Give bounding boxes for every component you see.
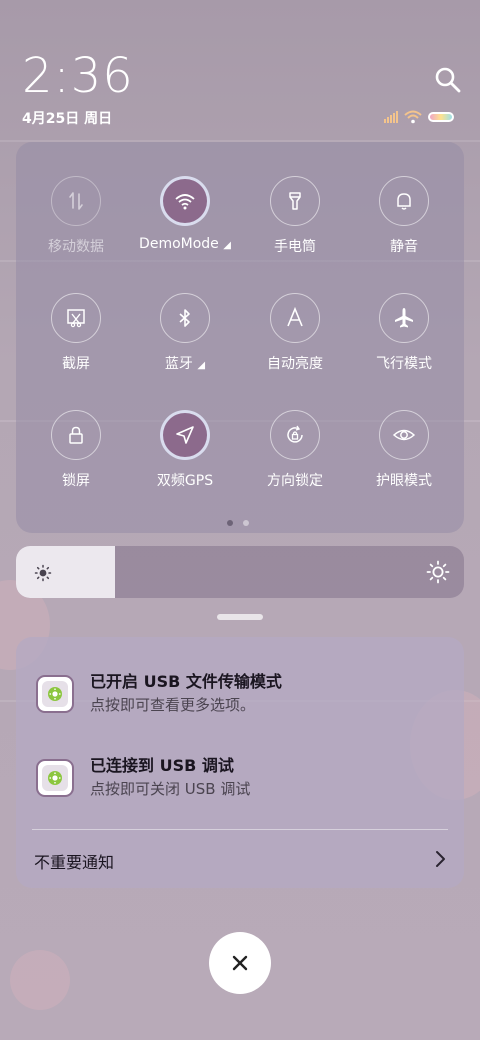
screenshot-icon — [51, 293, 101, 343]
bluetooth-icon — [160, 293, 210, 343]
notification-usb-debug[interactable]: 已连接到 USB 调试 点按即可关闭 USB 调试 — [16, 752, 464, 812]
tile-label: 蓝牙 — [164, 356, 193, 372]
auto-brightness-icon — [270, 293, 320, 343]
tile-label: 手电筒 — [274, 239, 316, 255]
brightness-high-icon — [426, 560, 450, 584]
notification-usb-transfer[interactable]: 已开启 USB 文件传输模式 点按即可查看更多选项。 — [16, 668, 464, 728]
page-dot[interactable] — [243, 520, 249, 526]
tile-label: 静音 — [390, 239, 418, 255]
tile-mobile-data[interactable]: 移动数据 — [21, 176, 131, 276]
tile-label: 护眼模式 — [376, 473, 432, 489]
brightness-fill[interactable] — [16, 546, 115, 598]
tile-label: 飞行模式 — [376, 356, 432, 372]
airplane-icon — [379, 293, 429, 343]
lock-icon — [51, 410, 101, 460]
mobile-data-icon — [51, 176, 101, 226]
drag-handle[interactable] — [217, 614, 263, 620]
tile-mute[interactable]: 静音 — [349, 176, 459, 276]
dropdown-triangle-icon[interactable]: ◢ — [197, 360, 205, 371]
flashlight-icon — [270, 176, 320, 226]
clear-all-button[interactable] — [209, 932, 271, 994]
bell-icon — [379, 176, 429, 226]
tile-auto-brightness[interactable]: 自动亮度 — [240, 293, 350, 393]
chevron-right-icon[interactable] — [430, 849, 450, 869]
tile-label: 锁屏 — [62, 473, 90, 489]
divider — [32, 829, 448, 830]
tile-label: 移动数据 — [48, 239, 104, 255]
tile-bluetooth[interactable]: 蓝牙 ◢ — [130, 293, 240, 393]
signal-icon — [384, 111, 398, 123]
android-settings-icon — [36, 759, 74, 797]
notification-subtitle: 点按即可关闭 USB 调试 — [90, 780, 251, 798]
wifi-icon — [160, 176, 210, 226]
date[interactable]: 4月25日 周日 — [22, 108, 112, 128]
notification-subtitle: 点按即可查看更多选项。 — [90, 696, 256, 714]
tile-screenshot[interactable]: 截屏 — [21, 293, 131, 393]
tile-eye-care[interactable]: 护眼模式 — [349, 410, 459, 510]
tile-flashlight[interactable]: 手电筒 — [240, 176, 350, 276]
status-bar-icons — [384, 108, 454, 126]
unimportant-notifications-link[interactable]: 不重要通知 — [34, 849, 114, 873]
tile-label: 方向锁定 — [267, 473, 323, 489]
clock[interactable]: 2:36 — [22, 48, 134, 104]
battery-icon — [428, 112, 454, 122]
wifi-status-icon — [404, 110, 422, 124]
notification-title: 已连接到 USB 调试 — [90, 756, 234, 775]
eye-icon — [379, 410, 429, 460]
tile-label-wrap: DemoMode ◢ — [130, 236, 240, 252]
tile-lock-screen[interactable]: 锁屏 — [21, 410, 131, 510]
tile-label: 自动亮度 — [267, 356, 323, 372]
close-icon — [232, 955, 248, 971]
tile-wifi[interactable]: DemoMode ◢ — [130, 176, 240, 276]
notification-title: 已开启 USB 文件传输模式 — [90, 672, 282, 691]
location-arrow-icon — [160, 410, 210, 460]
android-settings-icon — [36, 675, 74, 713]
tile-label: 双频GPS — [156, 473, 214, 489]
tile-rotation-lock[interactable]: 方向锁定 — [240, 410, 350, 510]
tile-airplane[interactable]: 飞行模式 — [349, 293, 459, 393]
page-dot[interactable] — [227, 520, 233, 526]
dropdown-triangle-icon[interactable]: ◢ — [223, 240, 231, 251]
quick-settings-panel: 移动数据 DemoMode ◢ 手电筒 静音 截屏 蓝牙 ◢ 自动亮度 飞行模式… — [16, 142, 464, 533]
tile-label: DemoMode — [139, 236, 219, 252]
tile-label-wrap: 蓝牙 ◢ — [130, 353, 240, 373]
tile-label: 截屏 — [62, 356, 90, 372]
brightness-low-icon — [34, 564, 52, 582]
tile-dual-gps[interactable]: 双频GPS — [130, 410, 240, 510]
search-icon[interactable] — [434, 66, 462, 94]
notification-panel: 已开启 USB 文件传输模式 点按即可查看更多选项。 已连接到 USB 调试 点… — [16, 637, 464, 888]
rotation-lock-icon — [270, 410, 320, 460]
brightness-slider[interactable] — [16, 546, 464, 598]
page-indicator — [227, 520, 249, 526]
